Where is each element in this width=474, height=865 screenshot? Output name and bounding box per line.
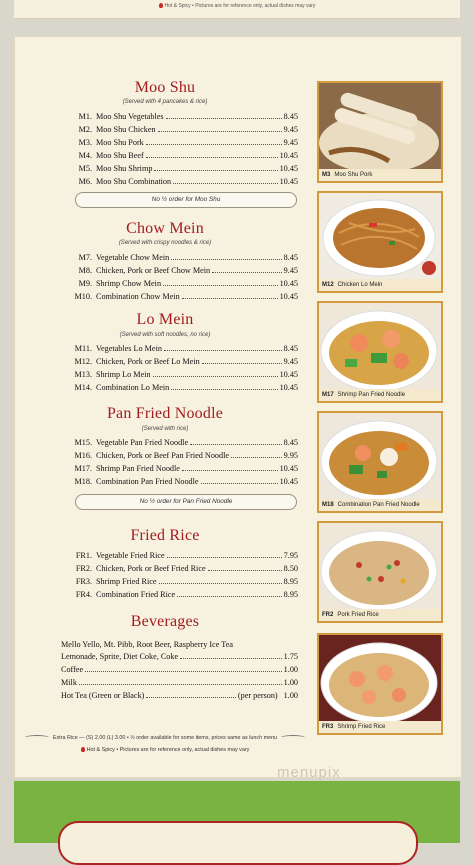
section-title-chow-mein: Chow Mein <box>126 220 204 237</box>
menu-list: Moo Shu (Served with 4 pancakes & rice) … <box>15 37 315 777</box>
menu-row: M1. Moo Shu Vegetables 8.45 <box>78 112 298 121</box>
shrimp-noodle-image <box>319 303 441 401</box>
menu-row: M11. Vegetables Lo Mein 8.45 <box>74 344 298 353</box>
photo-chicken-lo-mein: M12 Chicken Lo Mein <box>317 191 443 293</box>
top-note: Hot & Spicy • Pictures are for reference… <box>14 3 460 9</box>
menu-row: M14. Combination Lo Mein 10.45 <box>74 383 298 392</box>
beverage-row: Lemonade, Sprite, Diet Coke, Coke 1.75 <box>61 652 298 661</box>
beverage-row: Hot Tea (Green or Black) (per person) 1.00 <box>61 691 298 700</box>
menu-row: FR1. Vegetable Fried Rice 7.95 <box>75 551 298 560</box>
menu-row: M6. Moo Shu Combination 10.45 <box>78 177 298 186</box>
pepper-icon <box>158 3 163 9</box>
footer-panel <box>58 821 418 865</box>
menu-row: M8. Chicken, Pork or Beef Chow Mein 9.45 <box>78 266 298 275</box>
menu-row: M15. Vegetable Pan Fried Noodle 8.45 <box>74 438 298 447</box>
pork-fried-rice-image <box>319 523 441 621</box>
photo-pork-fried-rice: FR2 Pork Fried Rice <box>317 521 443 623</box>
photo-shrimp-fried-rice: FR3 Shrimp Fried Rice <box>317 633 443 735</box>
section-subtitle: (Served with 4 pancakes & rice) <box>122 99 208 105</box>
menu-row: M5. Moo Shu Shrimp 10.45 <box>78 164 298 173</box>
menu-row: M16. Chicken, Pork or Beef Pan Fried Nood… <box>74 451 298 460</box>
photo-moo-shu-pork: M3 Moo Shu Pork <box>317 81 443 183</box>
menu-row: M3. Moo Shu Pork 9.45 <box>78 138 298 147</box>
shrimp-fried-rice-image <box>319 635 441 733</box>
combo-noodle-image <box>319 413 441 511</box>
section-subtitle: (Served with soft noodles, no rice) <box>119 332 211 338</box>
green-footer-band <box>14 781 460 865</box>
footer-note-disclaimer: Hot & Spicy • Pictures are for reference… <box>15 747 315 753</box>
section-subtitle: (Served with crispy noodles & rice) <box>118 240 212 246</box>
menu-row: M10. Combination Chow Mein 10.45 <box>74 292 298 301</box>
lo-mein-image <box>319 193 441 291</box>
section-title-lo-mein: Lo Mein <box>136 311 194 328</box>
photo-caption: M12 Chicken Lo Mein <box>319 279 441 291</box>
menu-row: FR3. Shrimp Fried Rice 8.95 <box>75 577 298 586</box>
beverage-row: Milk 1.00 <box>61 678 298 687</box>
section-subtitle: (Served with rice) <box>141 426 189 432</box>
menu-row: M17. Shrimp Pan Fried Noodle 10.45 <box>74 464 298 473</box>
menu-row: M12. Chicken, Pork or Beef Lo Mein 9.45 <box>74 357 298 366</box>
section-title-fried-rice: Fried Rice <box>130 527 200 544</box>
photo-shrimp-pan-fried-noodle: M17 Shrimp Pan Fried Noodle <box>317 301 443 403</box>
menu-row: FR4. Combination Fried Rice 8.95 <box>75 590 298 599</box>
top-strip: Hot & Spicy • Pictures are for reference… <box>14 0 460 19</box>
section-title-moo-shu: Moo Shu <box>134 79 196 96</box>
menu-row: M13. Shrimp Lo Mein 10.45 <box>74 370 298 379</box>
photo-caption: FR2 Pork Fried Rice <box>319 609 441 621</box>
section-title-beverages: Beverages <box>130 613 200 630</box>
photo-caption: M18 Combination Pan Fried Noodle <box>319 499 441 511</box>
menu-row: M9. Shrimp Chow Mein 10.45 <box>78 279 298 288</box>
watermark: menupix <box>277 764 341 781</box>
note-pill-pan-fried: No ½ order for Pan Fried Noodle <box>75 494 297 510</box>
menu-row: M4. Moo Shu Beef 10.45 <box>78 151 298 160</box>
menu-row: FR2. Chicken, Pork or Beef Fried Rice 8.50 <box>75 564 298 573</box>
footer-note-extra-rice: Extra Rice — (S) 2.00 (L) 3.00 • ½ order… <box>15 735 315 741</box>
menu-row: M2. Moo Shu Chicken 9.45 <box>78 125 298 134</box>
note-pill-moo-shu: No ½ order for Moo Shu <box>75 192 297 208</box>
menu-row: M18. Combination Pan Fried Noodle 10.45 <box>74 477 298 486</box>
section-title-pan-fried-noodle: Pan Fried Noodle <box>106 405 224 422</box>
photo-caption: M3 Moo Shu Pork <box>319 169 441 181</box>
photo-caption: M17 Shrimp Pan Fried Noodle <box>319 389 441 401</box>
pepper-icon <box>80 747 85 753</box>
beverage-row: Coffee 1.00 <box>61 665 298 674</box>
menu-page: Moo Shu (Served with 4 pancakes & rice) … <box>14 36 462 781</box>
photo-caption: FR3 Shrimp Fried Rice <box>319 721 441 733</box>
menu-row: M7. Vegetable Chow Mein 8.45 <box>78 253 298 262</box>
beverage-line: Mello Yello, Mt. Pibb, Root Beer, Raspbe… <box>61 640 233 649</box>
photo-combination-pan-fried-noodle: M18 Combination Pan Fried Noodle <box>317 411 443 513</box>
moo-shu-image <box>319 83 441 181</box>
